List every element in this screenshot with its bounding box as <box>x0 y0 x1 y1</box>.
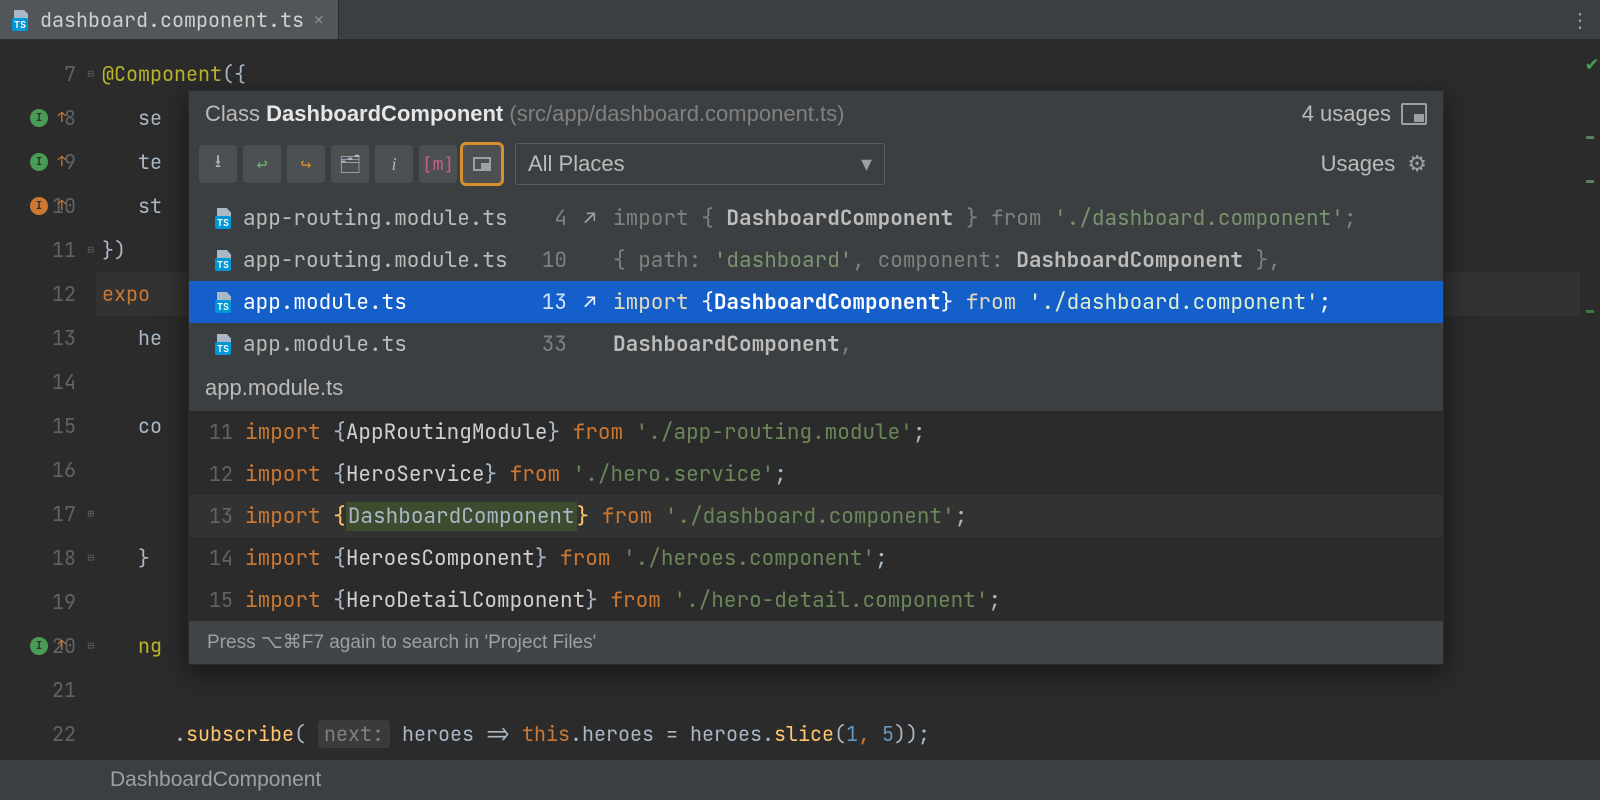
usage-snippet: DashboardComponent, <box>613 331 852 358</box>
gutter-line: 19 <box>0 580 96 624</box>
file-tab[interactable]: dashboard.component.ts ✕ <box>0 0 339 39</box>
gutter-line: 17⊞ <box>0 492 96 536</box>
group-by-module-button[interactable]: [m] <box>419 145 457 183</box>
gutter-line: 8I↑ <box>0 96 96 140</box>
close-tab-button[interactable]: ✕ <box>312 9 326 30</box>
marker-tick[interactable] <box>1586 136 1594 139</box>
preview-code-text: import {AppRoutingModule} from './app-ro… <box>245 419 1443 446</box>
usage-snippet: { path: 'dashboard', component: Dashboar… <box>613 247 1281 274</box>
usages-count: 4 usages <box>1302 101 1391 127</box>
gear-icon[interactable]: ⚙ <box>1401 151 1433 177</box>
code-line[interactable]: .subscribe( next: heroes => this.heroes … <box>96 712 1580 756</box>
next-occurrence-button[interactable]: ↪ <box>287 145 325 183</box>
preview-line[interactable]: 13import {DashboardComponent} from './da… <box>189 495 1443 537</box>
popup-path: (src/app/dashboard.component.ts) <box>509 101 844 126</box>
open-in-toolwindow-icon[interactable] <box>1401 103 1427 125</box>
popup-toolbar: ⭳ ↩ ↪ 🗂 i [m] All Places ▾ Usages ⚙ <box>189 139 1443 197</box>
gutter-line: 13 <box>0 316 96 360</box>
gutter-line: 16 <box>0 448 96 492</box>
preview-gutter: 13 <box>189 503 245 529</box>
popup-title: Class DashboardComponent (src/app/dashbo… <box>205 101 844 127</box>
editor-marker-strip[interactable]: ✔ <box>1580 40 1600 760</box>
editor-tabbar: dashboard.component.ts ✕ ⋮ <box>0 0 1600 40</box>
inspection-ok-icon: ✔ <box>1586 50 1598 76</box>
editor-gutter: 7⊟8I↑9I↑10I↑11⊟121314151617⊞18⊟1920I↑⊟21… <box>0 40 96 760</box>
gutter-line: 9I↑ <box>0 140 96 184</box>
gutter-line: 18⊟ <box>0 536 96 580</box>
usage-file: app.module.ts <box>215 289 515 316</box>
usage-line: 13 <box>527 289 567 316</box>
usage-row[interactable]: app-routing.module.ts 10 { path: 'dashboa… <box>189 239 1443 281</box>
gutter-line: 11⊟ <box>0 228 96 272</box>
preview-code-text: import {HeroesComponent} from './heroes.… <box>245 545 1443 572</box>
gutter-line: 22 <box>0 712 96 756</box>
preview-file-title: app.module.ts <box>189 365 1443 411</box>
gutter-line: 14 <box>0 360 96 404</box>
preview-gutter: 11 <box>189 419 245 445</box>
gutter-line: 15 <box>0 404 96 448</box>
usage-row[interactable]: app.module.ts 33 DashboardComponent, <box>189 323 1443 365</box>
gutter-line: 10I↑ <box>0 184 96 228</box>
gutter-line: 12 <box>0 272 96 316</box>
usage-file: app.module.ts <box>215 331 515 358</box>
status-bar: DashboardComponent <box>0 760 1600 800</box>
usage-snippet: import { DashboardComponent } from './da… <box>613 205 1356 232</box>
preview-line[interactable]: 11import {AppRoutingModule} from './app-… <box>189 411 1443 453</box>
open-in-find-button[interactable]: ⭳ <box>199 145 237 183</box>
chevron-down-icon: ▾ <box>861 151 872 177</box>
preview-toggle-button[interactable] <box>463 145 501 183</box>
gutter-line: 7⊟ <box>0 52 96 96</box>
filter-button[interactable]: 🗂 <box>331 145 369 183</box>
usage-snippet: import {DashboardComponent} from './dash… <box>613 289 1331 316</box>
info-button[interactable]: i <box>375 145 413 183</box>
preview-code-text: import {DashboardComponent} from './dash… <box>245 503 1443 530</box>
ts-file-icon <box>215 334 235 354</box>
usage-row[interactable]: app-routing.module.ts 4 ↗ import { Dashboar… <box>189 197 1443 239</box>
popup-header: Class DashboardComponent (src/app/dashbo… <box>189 91 1443 139</box>
preview-line[interactable]: 15import {HeroDetailComponent} from './h… <box>189 579 1443 621</box>
scope-select[interactable]: All Places ▾ <box>515 143 885 185</box>
show-usages-popup: Class DashboardComponent (src/app/dashbo… <box>188 90 1444 665</box>
prev-occurrence-button[interactable]: ↩ <box>243 145 281 183</box>
usage-line: 10 <box>527 247 567 274</box>
usage-list: app-routing.module.ts 4 ↗ import { Dashboar… <box>189 197 1443 365</box>
usage-file: app-routing.module.ts <box>215 205 515 232</box>
file-tab-label: dashboard.component.ts <box>40 7 304 33</box>
marker-tick[interactable] <box>1586 310 1594 313</box>
usage-file: app-routing.module.ts <box>215 247 515 274</box>
ts-file-icon <box>12 10 32 30</box>
preview-line[interactable]: 12import {HeroService} from './hero.serv… <box>189 453 1443 495</box>
code-line[interactable] <box>96 668 1580 712</box>
popup-symbol: DashboardComponent <box>266 101 503 126</box>
usage-line: 33 <box>527 331 567 358</box>
preview-gutter: 12 <box>189 461 245 487</box>
popup-hint: Press ⌥⌘F7 again to search in 'Project F… <box>189 621 1443 664</box>
preview-line[interactable]: 14import {HeroesComponent} from './heroe… <box>189 537 1443 579</box>
preview-gutter: 14 <box>189 545 245 571</box>
preview-code-text: import {HeroService} from './hero.servic… <box>245 461 1443 488</box>
usage-line: 4 <box>527 205 567 232</box>
usage-row[interactable]: app.module.ts 13 ↗ import {DashboardCompone… <box>189 281 1443 323</box>
ts-file-icon <box>215 208 235 228</box>
marker-tick[interactable] <box>1586 180 1594 183</box>
jump-icon: ↗ <box>579 289 601 315</box>
popup-kind: Class <box>205 101 260 126</box>
gutter-line: 20I↑⊟ <box>0 624 96 668</box>
scope-value: All Places <box>528 151 625 177</box>
jump-icon: ↗ <box>579 205 601 231</box>
tabbar-spacer <box>339 0 1560 39</box>
usages-label[interactable]: Usages <box>1321 151 1396 177</box>
preview-code-text: import {HeroDetailComponent} from './her… <box>245 587 1443 614</box>
ts-file-icon <box>215 292 235 312</box>
preview-gutter: 15 <box>189 587 245 613</box>
status-text: DashboardComponent <box>110 768 321 792</box>
gutter-line: 21 <box>0 668 96 712</box>
tabbar-overflow-button[interactable]: ⋮ <box>1560 0 1600 39</box>
preview-code[interactable]: 11import {AppRoutingModule} from './app-… <box>189 411 1443 621</box>
ts-file-icon <box>215 250 235 270</box>
